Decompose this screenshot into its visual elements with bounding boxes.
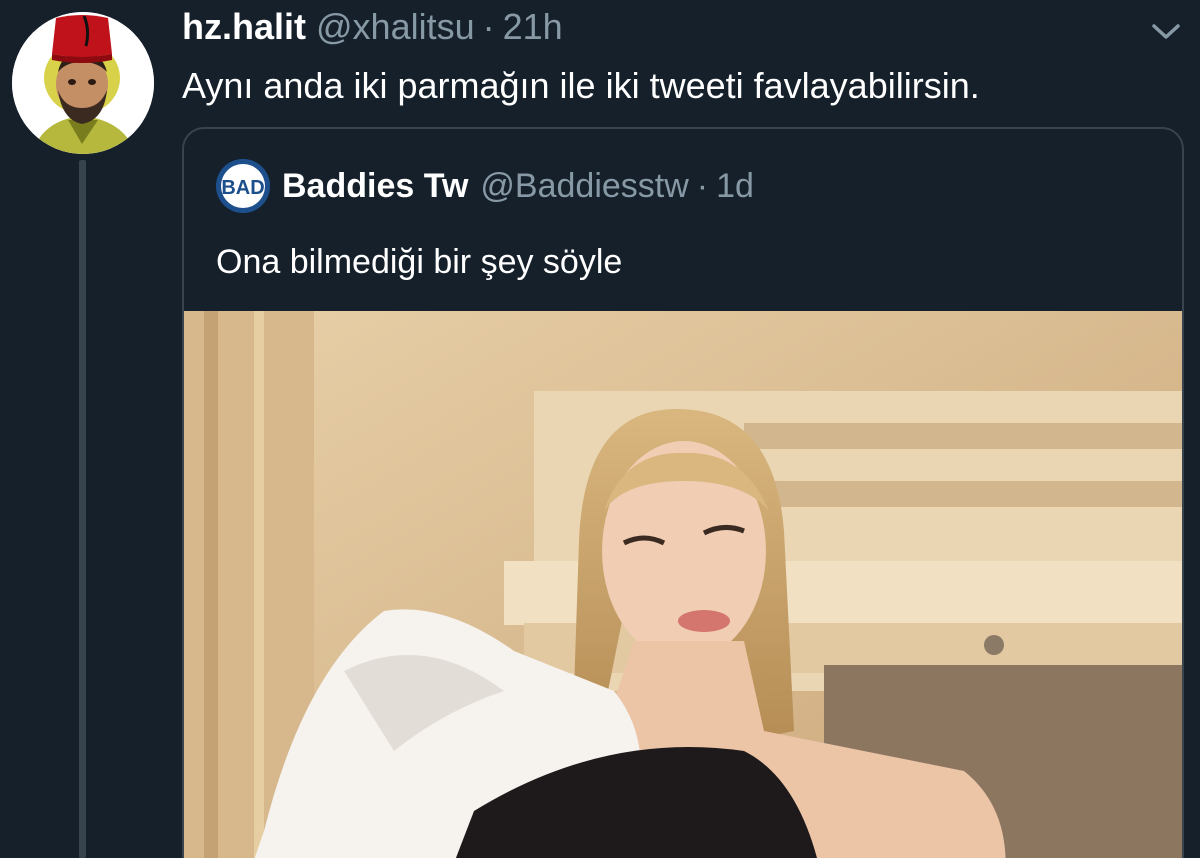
quoted-display-name[interactable]: Baddies Tw xyxy=(282,167,468,206)
quoted-avatar-text: BAD xyxy=(221,177,264,199)
avatar-illustration xyxy=(12,12,154,154)
separator-dot: · xyxy=(482,6,495,47)
quoted-tweet-timestamp[interactable]: 1d xyxy=(716,167,754,206)
quoted-tweet-image[interactable] xyxy=(184,311,1182,858)
thread-connector-line xyxy=(79,160,86,858)
tweet-menu-button[interactable] xyxy=(1146,14,1186,50)
quoted-tweet-header: BAD Baddies Tw @Baddiesstw · 1d xyxy=(216,157,754,215)
quoted-tweet-card[interactable]: BAD Baddies Tw @Baddiesstw · 1d Ona bilm… xyxy=(182,127,1184,858)
quoted-separator-dot: · xyxy=(696,166,709,205)
tweet-header: hz.halit @xhalitsu · 21h xyxy=(182,6,563,50)
tweet-timestamp[interactable]: 21h xyxy=(503,6,563,48)
tweet[interactable]: hz.halit @xhalitsu · 21h Aynı anda iki p… xyxy=(0,0,1200,858)
tweet-text: Aynı anda iki parmağın ile iki tweeti fa… xyxy=(182,65,980,106)
quoted-user-handle[interactable]: @Baddiesstw xyxy=(480,167,688,206)
chevron-down-icon xyxy=(1152,24,1180,39)
user-avatar[interactable] xyxy=(12,12,154,154)
quoted-user-avatar: BAD xyxy=(216,159,270,213)
quoted-tweet-text: Ona bilmediği bir şey söyle xyxy=(216,243,623,281)
baddies-logo-icon: BAD xyxy=(216,159,270,213)
user-handle[interactable]: @xhalitsu xyxy=(316,6,475,48)
display-name[interactable]: hz.halit xyxy=(182,6,306,48)
photo-illustration xyxy=(184,311,1182,858)
